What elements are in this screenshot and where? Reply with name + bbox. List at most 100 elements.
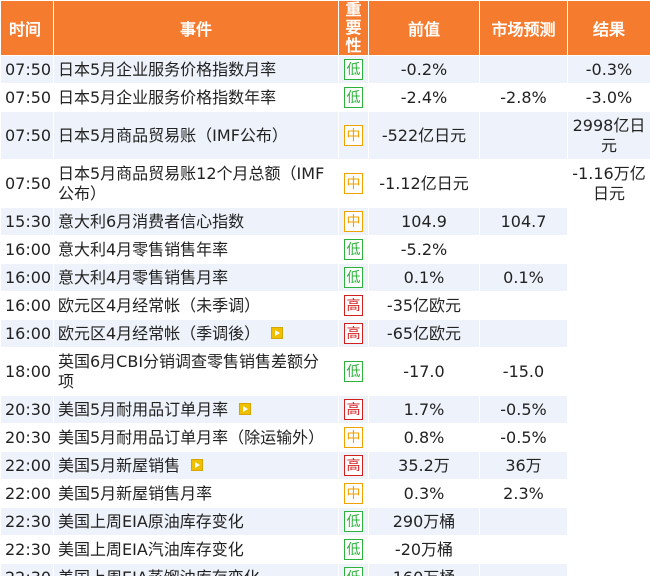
row-importance: 高 [338, 291, 369, 320]
table-header: 时间 事件 重要 性 前值 市场预测 结果 [0, 0, 650, 56]
row-time: 22:30 [0, 563, 54, 576]
row-forecast [479, 535, 568, 564]
row-time: 16:00 [0, 263, 54, 292]
row-event: 美国上周EIA蒸馏油库存变化 [53, 563, 339, 576]
row-importance: 高 [338, 319, 369, 348]
row-previous: -1.12亿日元 [368, 159, 480, 208]
importance-badge-low: 低 [344, 511, 363, 532]
row-forecast [479, 563, 568, 576]
table-row: 16:00 意大利4月零售销售年率 低 -5.2% [0, 235, 650, 264]
row-time: 07:50 [0, 159, 54, 208]
importance-badge-low: 低 [344, 361, 363, 382]
event-text: 日本5月商品贸易账12个月总额（IMF公布） [58, 163, 325, 203]
row-time: 16:00 [0, 235, 54, 264]
row-event: 美国上周EIA原油库存变化 [53, 507, 339, 536]
row-result [567, 395, 650, 424]
row-result [567, 207, 650, 236]
row-forecast: 104.7 [479, 207, 568, 236]
row-event: 英国6月CBI分销调查零售销售差额分项 [53, 347, 339, 396]
importance-badge-medium: 中 [344, 427, 363, 448]
row-importance: 低 [338, 563, 369, 576]
table-row: 22:30 美国上周EIA汽油库存变化 低 -20万桶 [0, 535, 650, 564]
row-result [567, 319, 650, 348]
row-event: 意大利4月零售销售月率 [53, 263, 339, 292]
row-event: 日本5月商品贸易账12个月总额（IMF公布） [53, 159, 339, 208]
row-result [567, 291, 650, 320]
importance-badge-medium: 中 [344, 211, 363, 232]
row-previous: 0.3% [368, 479, 480, 508]
economic-calendar-page: 时间 事件 重要 性 前值 市场预测 结果 07:50 日本5月企业服务价格指数… [0, 0, 650, 576]
importance-badge-medium: 中 [344, 125, 363, 146]
row-importance: 中 [338, 207, 369, 236]
event-text: 欧元区4月经常帐（季调後） [58, 323, 261, 343]
column-header-time: 时间 [0, 0, 54, 56]
row-previous: -65亿欧元 [368, 319, 480, 348]
row-result [567, 535, 650, 564]
row-importance: 中 [338, 423, 369, 452]
importance-badge-medium: 中 [344, 483, 363, 504]
event-text: 日本5月企业服务价格指数月率 [58, 59, 277, 79]
row-result: -1.16万亿日元 [567, 159, 650, 208]
row-previous: 1.7% [368, 395, 480, 424]
row-importance: 低 [338, 263, 369, 292]
play-marker-icon[interactable] [239, 403, 252, 415]
row-time: 22:30 [0, 507, 54, 536]
row-result [567, 507, 650, 536]
event-text: 美国5月耐用品订单月率（除运输外） [58, 427, 325, 447]
row-time: 16:00 [0, 291, 54, 320]
row-event: 美国上周EIA汽油库存变化 [53, 535, 339, 564]
row-result [567, 479, 650, 508]
event-text: 意大利6月消费者信心指数 [58, 211, 245, 231]
row-importance: 高 [338, 451, 369, 480]
row-event: 日本5月企业服务价格指数月率 [53, 55, 339, 84]
row-result: -0.3% [567, 55, 650, 84]
importance-badge-high: 高 [344, 295, 363, 316]
row-forecast [479, 235, 568, 264]
row-time: 22:30 [0, 535, 54, 564]
row-result [567, 563, 650, 576]
row-event: 日本5月商品贸易账（IMF公布） [53, 111, 339, 160]
importance-badge-low: 低 [344, 59, 363, 80]
table-row: 16:00 欧元区4月经常帐（未季调） 高 -35亿欧元 [0, 291, 650, 320]
row-importance: 低 [338, 507, 369, 536]
row-event: 意大利6月消费者信心指数 [53, 207, 339, 236]
event-text: 美国5月新屋销售月率 [58, 483, 213, 503]
event-text: 美国5月耐用品订单月率 [58, 399, 229, 419]
row-forecast: -15.0 [479, 347, 568, 396]
table-row: 20:30 美国5月耐用品订单月率（除运输外） 中 0.8% -0.5% [0, 423, 650, 452]
row-time: 22:00 [0, 479, 54, 508]
row-previous: 0.1% [368, 263, 480, 292]
row-forecast: 36万 [479, 451, 568, 480]
column-header-forecast: 市场预测 [479, 0, 568, 56]
row-result: -3.0% [567, 83, 650, 112]
table-row: 22:00 美国5月新屋销售月率 中 0.3% 2.3% [0, 479, 650, 508]
row-previous: -522亿日元 [368, 111, 480, 160]
row-forecast: -0.5% [479, 423, 568, 452]
event-text: 美国上周EIA蒸馏油库存变化 [58, 568, 260, 576]
row-importance: 低 [338, 347, 369, 396]
event-text: 英国6月CBI分销调查零售销售差额分项 [58, 351, 320, 391]
row-forecast [479, 111, 568, 160]
importance-badge-low: 低 [344, 239, 363, 260]
table-row: 20:30 美国5月耐用品订单月率 高 1.7% -0.5% [0, 395, 650, 424]
play-marker-icon[interactable] [191, 459, 204, 471]
row-forecast: 0.1% [479, 263, 568, 292]
row-forecast: -0.5% [479, 395, 568, 424]
event-text: 美国上周EIA汽油库存变化 [58, 539, 244, 559]
importance-badge-low: 低 [344, 87, 363, 108]
table-row: 16:00 欧元区4月经常帐（季调後） 高 -65亿欧元 [0, 319, 650, 348]
row-forecast [479, 507, 568, 536]
row-previous: 0.8% [368, 423, 480, 452]
table-row: 07:50 日本5月商品贸易账12个月总额（IMF公布） 中 -1.12亿日元 … [0, 159, 650, 208]
row-forecast [479, 319, 568, 348]
importance-badge-low: 低 [344, 567, 363, 576]
row-importance: 低 [338, 535, 369, 564]
row-importance: 中 [338, 479, 369, 508]
row-importance: 高 [338, 395, 369, 424]
row-event: 意大利4月零售销售年率 [53, 235, 339, 264]
play-marker-icon[interactable] [271, 327, 284, 339]
table-row: 22:30 美国上周EIA原油库存变化 低 290万桶 [0, 507, 650, 536]
row-time: 20:30 [0, 395, 54, 424]
event-text: 美国上周EIA原油库存变化 [58, 511, 244, 531]
row-importance: 中 [338, 111, 369, 160]
